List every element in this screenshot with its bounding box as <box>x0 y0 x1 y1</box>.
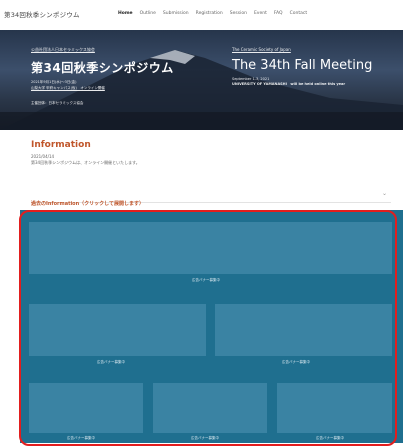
information-date: 2021/04/14 <box>31 154 55 159</box>
hero-place-jp[interactable]: 山梨大学 甲府キャンパス(仮) オンライン開催 <box>31 86 174 91</box>
nav-session[interactable]: Session <box>230 11 247 16</box>
chevron-down-icon: ⌄ <box>381 190 387 197</box>
hero-date-en: September 1-3, 2021 <box>232 77 270 81</box>
nav-faq[interactable]: FAQ <box>274 11 283 16</box>
nav-contact[interactable]: Contact <box>290 11 308 16</box>
hero-banner: 公益社団法人日本セラミックス協会 第34回秋季シンポジウム 2021年9月1日(… <box>0 30 403 130</box>
past-information-label: 過去のInformation（クリックして展開します） <box>31 201 145 207</box>
hero-place-en: UNIVERSITY OF YAMANASHI will be held onl… <box>232 82 346 86</box>
hero-left: 公益社団法人日本セラミックス協会 第34回秋季シンポジウム 2021年9月1日(… <box>31 47 174 106</box>
hero-title-en: The 34th Fall Meeting <box>232 58 373 73</box>
past-information-toggle[interactable]: 過去のInformation（クリックして展開します） ⌄ <box>31 190 391 207</box>
hero-org-link[interactable]: 公益社団法人日本セラミックス協会 <box>31 47 174 53</box>
hero-date-jp: 2021年9月1日(水)〜3日(金) <box>31 80 77 84</box>
highlight-box <box>19 210 397 446</box>
hero-org-link-en[interactable]: The Ceramic Society of Japan <box>232 47 372 52</box>
nav-registration[interactable]: Registration <box>196 11 223 16</box>
information-section: Information 2021/04/14 第34回秋季シンポジウムは、オンラ… <box>31 140 140 166</box>
information-body: 第34回秋季シンポジウムは、オンライン開催といたします。 <box>31 160 140 165</box>
site-header: 第34回秋季シンポジウム Home Outline Submission Reg… <box>0 0 403 30</box>
nav-home[interactable]: Home <box>118 11 133 16</box>
nav-submission[interactable]: Submission <box>163 11 189 16</box>
hero-title-jp: 第34回秋季シンポジウム <box>31 61 174 75</box>
hero-right: The Ceramic Society of Japan The 34th Fa… <box>232 47 372 87</box>
hero-host-jp: 主催団体：日本セラミックス協会 <box>31 101 84 105</box>
nav-outline[interactable]: Outline <box>140 11 156 16</box>
nav-event[interactable]: Event <box>254 11 267 16</box>
main-nav: Home Outline Submission Registration Ses… <box>118 11 307 16</box>
information-title: Information <box>31 140 91 150</box>
site-title[interactable]: 第34回秋季シンポジウム <box>4 9 80 19</box>
